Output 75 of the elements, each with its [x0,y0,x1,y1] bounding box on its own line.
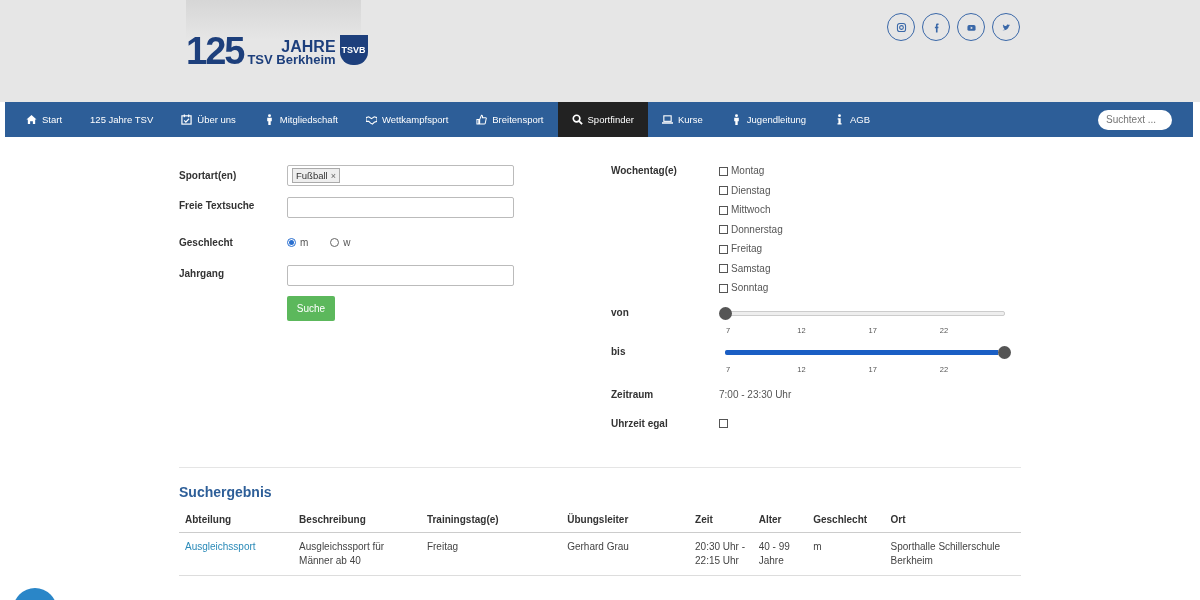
field-label: Uhrzeit egal [611,417,669,429]
instagram-icon [894,20,908,34]
nav-item[interactable]: Kurse [648,102,717,137]
field-label: Zeitraum [611,388,655,400]
weekday-checkbox[interactable]: Dienstag [719,184,783,197]
checkbox[interactable] [719,166,728,176]
checkbox[interactable] [719,205,728,215]
checkbox[interactable] [719,283,728,293]
calendar-icon [181,114,193,125]
selected-tag: Fußball × [292,168,340,183]
field-label: Freie Textsuche [179,200,256,211]
table-cell: 20:30 Uhr - 22:15 Uhr [689,532,753,575]
checkbox[interactable] [719,418,728,428]
column-header: Übungsleiter [561,513,690,532]
department-link[interactable]: Ausgleichssport [185,540,256,552]
gender-radio[interactable]: w [330,237,351,248]
slider-handle[interactable] [719,306,732,320]
table-cell: m [807,532,885,575]
nav-item[interactable]: Mitgliedschaft [249,102,352,137]
nav-item[interactable]: Sportfinder [557,102,648,137]
weekday-checkbox[interactable]: Donnerstag [719,223,783,236]
table-cell: Sporthalle Schillerschule Berkheim [884,532,1021,575]
weekday-checkbox[interactable]: Mittwoch [719,204,783,217]
column-header: Ort [884,513,1021,532]
field-label: Sportart(en) [179,170,238,181]
nav-item[interactable]: Breitensport [462,102,558,137]
info-icon [834,114,845,125]
nav-item[interactable]: Wettkampfsport [351,102,463,137]
text-search-field[interactable] [287,197,514,218]
weekday-checkbox[interactable]: Sonntag [719,282,783,295]
column-header: Alter [752,513,808,532]
thumb-icon [476,114,488,125]
logo-club-name: TSV Berkheim [247,53,336,66]
column-header: Beschreibung [293,513,421,532]
column-header: Geschlecht [807,513,885,532]
radio-circle[interactable] [287,238,296,247]
logo-number: 125 [186,36,244,66]
field-label: bis [611,345,627,357]
remove-tag-button[interactable]: × [330,170,336,181]
home-icon [26,114,37,125]
time-range-value: 7:00 - 23:30 Uhr [719,388,792,400]
nav-item[interactable]: 125 Jahre TSV [76,102,168,137]
gender-radio[interactable]: m [287,237,309,248]
nav-item[interactable]: AGB [820,102,885,137]
slider-handle[interactable] [998,345,1011,359]
nav-item[interactable]: Über uns [167,102,250,137]
nav-item[interactable]: Jugendleitung [716,102,820,137]
search-icon [571,114,583,125]
field-label: Geschlecht [179,237,234,248]
column-header: Zeit [689,513,753,532]
column-header: Abteilung [179,513,294,532]
checkbox[interactable] [719,264,728,274]
section-title: Suchergebnis [179,483,273,500]
nav-item[interactable]: Start [12,102,77,137]
field-label: von [611,306,630,318]
table-cell: Ausgleichssport für Männer ab 40 [293,532,421,575]
field-label: Wochentag(e) [611,165,678,176]
laptop-icon [662,114,673,125]
year-field[interactable] [287,265,514,286]
table-cell: Gerhard Grau [561,532,690,575]
logo-title: JAHRE [280,40,336,53]
table-cell: 40 - 99 Jahre [752,532,808,575]
table-cell: Freitag [420,532,562,575]
field-label: Jahrgang [179,268,225,279]
checkbox[interactable] [719,244,728,254]
weekday-checkbox[interactable]: Montag [719,165,783,178]
checkbox[interactable] [719,225,728,235]
handshake-icon [365,114,377,125]
weekday-checkbox[interactable]: Samstag [719,262,783,275]
checkbox[interactable] [719,186,728,196]
club-crest: TSVB [339,35,368,65]
weekday-checkbox[interactable]: Freitag [719,243,783,256]
column-header: Trainingstag(e) [420,513,562,532]
sport-select[interactable]: Fußball × [287,165,514,186]
search-field[interactable]: Suchtext ... [1098,109,1172,130]
